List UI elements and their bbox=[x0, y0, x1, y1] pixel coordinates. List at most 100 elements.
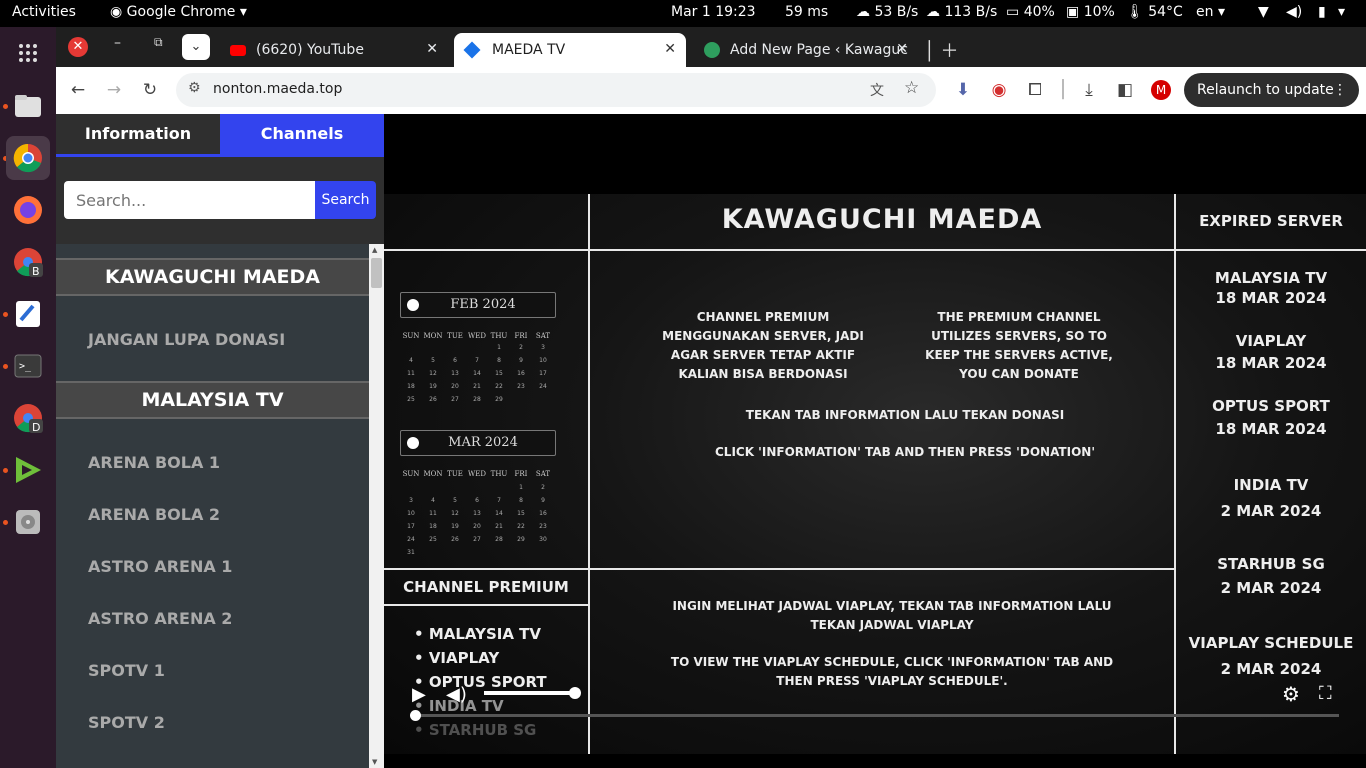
calendar-day: 17 bbox=[407, 523, 415, 530]
tab-information[interactable]: Information bbox=[56, 114, 220, 157]
calendar-day: 17 bbox=[539, 370, 547, 377]
search-button[interactable]: Search bbox=[315, 181, 376, 219]
extension-video-icon[interactable]: ◉ bbox=[988, 79, 1010, 101]
files-icon[interactable] bbox=[6, 84, 50, 128]
chrome-icon[interactable] bbox=[6, 136, 50, 180]
tab-youtube[interactable]: (6620) YouTube ✕ bbox=[218, 33, 448, 67]
tab-add-new-page[interactable]: Add New Page ‹ Kawaguc ✕ bbox=[692, 33, 918, 67]
volume-slider[interactable] bbox=[484, 687, 581, 699]
volume-icon[interactable]: ◀) bbox=[1286, 4, 1302, 20]
media-player-icon[interactable] bbox=[6, 448, 50, 492]
relaunch-button[interactable]: Relaunch to update ⋮ bbox=[1184, 73, 1359, 107]
message-line: UTILIZES SERVERS, SO TO bbox=[931, 329, 1107, 343]
tab-strip: ✕ – ⧉ ⌄ (6620) YouTube ✕ MAEDA TV ✕ Add … bbox=[56, 27, 1366, 67]
calendar-day: 8 bbox=[519, 497, 523, 504]
weekday-label: MON bbox=[423, 332, 443, 340]
scroll-up-icon[interactable]: ▲ bbox=[372, 246, 377, 254]
close-tab-icon[interactable]: ✕ bbox=[426, 41, 438, 57]
calendar-day: 30 bbox=[539, 536, 547, 543]
expired-date: 2 MAR 2024 bbox=[1220, 502, 1322, 520]
battery-icon[interactable]: ▮ bbox=[1318, 4, 1326, 20]
app-grid-icon[interactable] bbox=[6, 31, 50, 75]
calendar-day: 16 bbox=[539, 510, 547, 517]
scrollbar[interactable]: ▲ ▼ bbox=[369, 244, 384, 768]
disk-icon[interactable] bbox=[6, 500, 50, 544]
url-text[interactable]: nonton.maeda.top bbox=[213, 81, 342, 97]
scrollbar-thumb[interactable] bbox=[371, 258, 382, 288]
language-selector[interactable]: en ▾ bbox=[1196, 4, 1225, 20]
back-icon[interactable]: ← bbox=[67, 79, 89, 101]
close-tab-icon[interactable]: ✕ bbox=[896, 41, 908, 57]
volume-knob[interactable] bbox=[569, 687, 581, 699]
translate-icon[interactable]: 文 bbox=[870, 80, 884, 100]
profile-avatar[interactable]: M bbox=[1151, 80, 1171, 100]
search-input[interactable] bbox=[64, 181, 316, 219]
tab-maeda-tv[interactable]: MAEDA TV ✕ bbox=[454, 33, 686, 67]
minimize-window-icon[interactable]: – bbox=[114, 35, 121, 51]
reload-icon[interactable]: ↻ bbox=[139, 79, 161, 101]
calendar-day: 28 bbox=[495, 536, 503, 543]
category-header: MALAYSIA TV bbox=[56, 381, 369, 419]
calendar-day: 12 bbox=[451, 510, 459, 517]
schedule-instruction: INGIN MELIHAT JADWAL VIAPLAY, TEKAN TAB … bbox=[590, 597, 1194, 635]
list-item[interactable]: SPOTV 1 bbox=[88, 661, 165, 680]
terminal-icon[interactable]: >_ bbox=[6, 344, 50, 388]
side-panel-icon[interactable]: ◧ bbox=[1114, 79, 1136, 101]
chevron-down-icon: ▾ bbox=[239, 4, 247, 20]
close-window-icon[interactable]: ✕ bbox=[68, 37, 88, 57]
volume-icon[interactable]: ◀) bbox=[446, 684, 467, 705]
weekday-label: SAT bbox=[535, 470, 551, 478]
close-tab-icon[interactable]: ✕ bbox=[664, 41, 676, 57]
play-icon[interactable]: ▶ bbox=[412, 684, 426, 705]
progress-knob[interactable] bbox=[410, 710, 421, 721]
weekday-label: SUN bbox=[402, 332, 420, 340]
message-line: TO VIEW THE VIAPLAY SCHEDULE, CLICK 'INF… bbox=[670, 655, 1114, 669]
new-tab-icon[interactable]: │ ＋ bbox=[924, 37, 959, 63]
scroll-down-icon[interactable]: ▼ bbox=[372, 758, 377, 766]
message-line: CHANNEL PREMIUM bbox=[696, 310, 830, 324]
chrome-dev-icon[interactable]: D bbox=[6, 396, 50, 440]
address-bar[interactable]: ⚙ nonton.maeda.top 文 ☆ bbox=[176, 73, 936, 107]
progress-bar[interactable] bbox=[410, 710, 1339, 721]
expired-name: VIAPLAY SCHEDULE bbox=[1188, 634, 1354, 652]
message-line: YOU CAN DONATE bbox=[959, 367, 1079, 381]
list-item[interactable]: ARENA BOLA 2 bbox=[88, 505, 220, 524]
app-menu[interactable]: ◉ Google Chrome ▾ bbox=[110, 4, 247, 20]
schedule-instruction-en: TO VIEW THE VIAPLAY SCHEDULE, CLICK 'INF… bbox=[590, 653, 1194, 691]
list-item[interactable]: ASTRO ARENA 2 bbox=[88, 609, 232, 628]
calendar-month: MAR 2024 bbox=[448, 435, 518, 450]
cpu-icon: ▭ bbox=[1006, 4, 1020, 20]
forward-icon[interactable]: → bbox=[103, 79, 125, 101]
list-item[interactable]: JANGAN LUPA DONASI bbox=[88, 330, 285, 349]
extension-download-icon[interactable]: ⬇ bbox=[952, 79, 974, 101]
calendar-day: 13 bbox=[451, 370, 459, 377]
activities-button[interactable]: Activities bbox=[12, 4, 76, 20]
video-player[interactable]: KAWAGUCHI MAEDA EXPIRED SERVER MALAYSIA … bbox=[384, 114, 1366, 768]
weekday-label: TUE bbox=[447, 470, 463, 478]
chevron-down-icon[interactable]: ▾ bbox=[1338, 4, 1345, 20]
more-menu-icon[interactable]: ⋮ bbox=[1333, 73, 1347, 107]
maximize-window-icon[interactable]: ⧉ bbox=[154, 35, 163, 50]
expired-date: 18 MAR 2024 bbox=[1215, 354, 1327, 372]
downloads-icon[interactable]: ⤓ bbox=[1078, 79, 1100, 101]
clock[interactable]: Mar 1 19:23 bbox=[671, 4, 756, 20]
list-item[interactable]: ARENA BOLA 1 bbox=[88, 453, 220, 472]
list-item[interactable]: SPOTV 2 bbox=[88, 713, 165, 732]
svg-text:>_: >_ bbox=[19, 361, 32, 372]
tab-search-icon[interactable]: ⌄ bbox=[182, 34, 210, 60]
weekday-label: WED bbox=[468, 332, 486, 340]
bookmark-star-icon[interactable]: ☆ bbox=[904, 78, 919, 98]
settings-gear-icon[interactable]: ⚙ bbox=[1282, 682, 1300, 706]
toolbar-divider: │ bbox=[1057, 80, 1069, 100]
list-item[interactable]: ASTRO ARENA 1 bbox=[88, 557, 232, 576]
firefox-icon[interactable] bbox=[6, 188, 50, 232]
extensions-puzzle-icon[interactable]: ⧠ bbox=[1024, 79, 1046, 101]
channel-sidebar: Information Channels Search KAWAGUCHI MA… bbox=[56, 114, 384, 768]
tab-channels[interactable]: Channels bbox=[220, 114, 384, 157]
chrome-beta-icon[interactable]: B bbox=[6, 240, 50, 284]
language-value: en bbox=[1196, 4, 1214, 20]
fullscreen-icon[interactable]: ⛶ bbox=[1319, 683, 1332, 704]
text-editor-icon[interactable] bbox=[6, 292, 50, 336]
wifi-icon[interactable]: ▼ bbox=[1258, 4, 1269, 20]
site-info-icon[interactable]: ⚙ bbox=[188, 80, 201, 96]
